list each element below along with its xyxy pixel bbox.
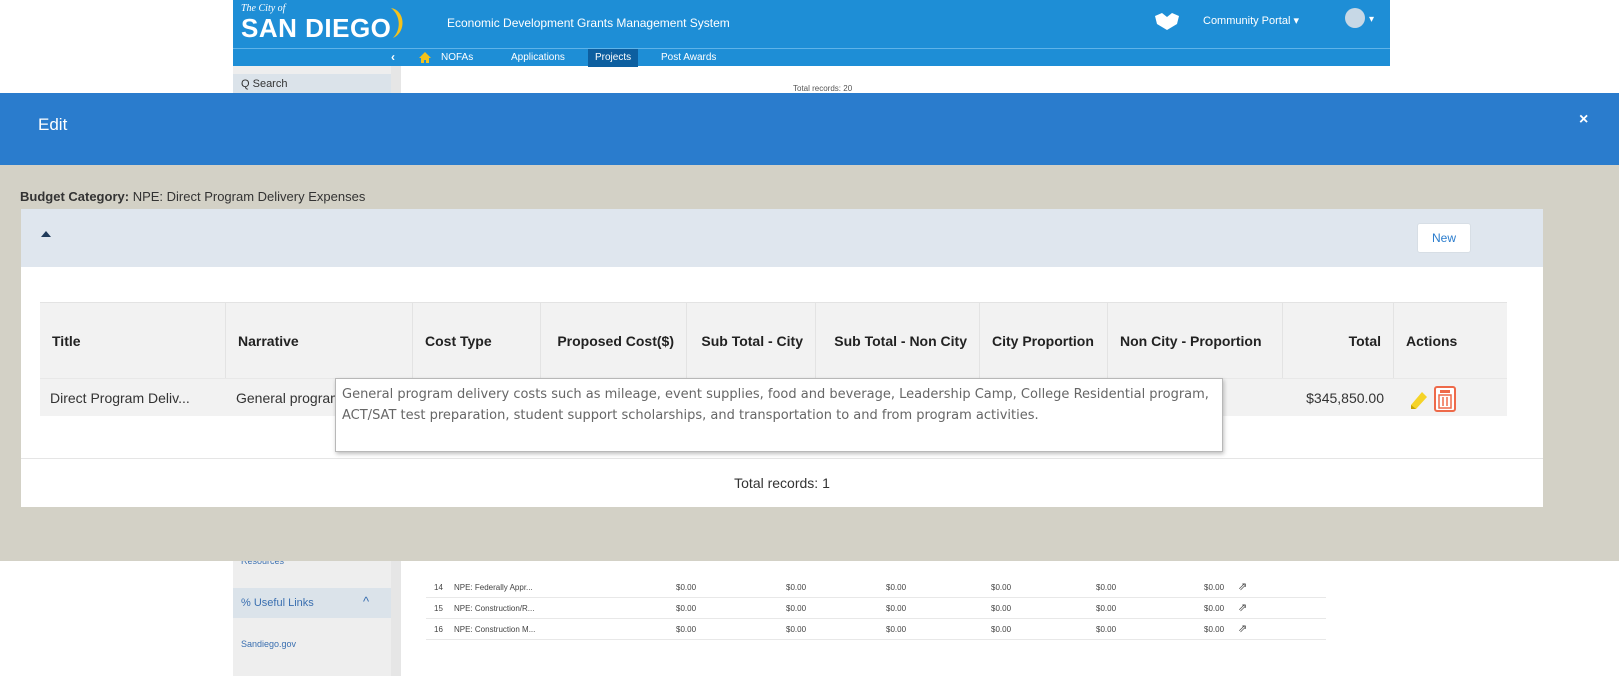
- row-value: $0.00: [786, 604, 807, 613]
- cell-narrative: General program: [236, 390, 342, 406]
- table-row[interactable]: 15 NPE: Construction/R... $0.00 $0.00 $0…: [426, 598, 1326, 619]
- column-header-actions: Actions: [1406, 333, 1458, 349]
- collapse-caret-icon[interactable]: [41, 231, 51, 237]
- chevron-up-icon[interactable]: ^: [363, 594, 369, 609]
- external-link-icon[interactable]: ⇗: [1238, 580, 1247, 593]
- background-table: 14 NPE: Federally Appr... $0.00 $0.00 $0…: [426, 577, 1326, 640]
- handshake-icon: [1155, 13, 1179, 30]
- modal-header: Edit ×: [0, 93, 1619, 165]
- logo-big-text: SAN DIEGO: [241, 13, 392, 43]
- narrative-tooltip: General program delivery costs such as m…: [335, 378, 1223, 452]
- useful-links-label: % Useful Links: [241, 597, 314, 609]
- nav-projects[interactable]: Projects: [588, 49, 639, 67]
- row-value: $0.00: [991, 583, 1012, 592]
- row-value: $0.00: [991, 625, 1012, 634]
- nav-back-icon[interactable]: ‹: [391, 50, 395, 64]
- row-number: 15: [434, 604, 443, 613]
- external-link-icon[interactable]: ⇗: [1238, 622, 1247, 635]
- city-logo[interactable]: The City of SAN DIEGO: [241, 3, 391, 42]
- home-icon[interactable]: [418, 51, 432, 64]
- column-header-total[interactable]: Total: [1283, 303, 1394, 379]
- row-name: NPE: Construction/R...: [454, 604, 535, 613]
- budget-category: Budget Category: NPE: Direct Program Del…: [20, 189, 365, 204]
- row-value: $0.00: [1096, 604, 1117, 613]
- sandiego-gov-link[interactable]: Sandiego.gov: [241, 639, 296, 649]
- cell-title: Direct Program Deliv...: [50, 390, 190, 406]
- system-title: Economic Development Grants Management S…: [447, 16, 730, 30]
- table-row[interactable]: 16 NPE: Construction M... $0.00 $0.00 $0…: [426, 619, 1326, 640]
- row-value: $0.00: [1096, 583, 1117, 592]
- budget-panel: New Title Narrative Cost Type Proposed C…: [21, 209, 1543, 507]
- column-header-title[interactable]: Title: [40, 303, 226, 379]
- panel-header: New: [21, 209, 1543, 267]
- row-value: $0.00: [886, 604, 907, 613]
- column-header-subtotal-non-city[interactable]: Sub Total - Non City: [816, 303, 980, 379]
- close-icon[interactable]: ×: [1579, 111, 1588, 129]
- budget-category-value: NPE: Direct Program Delivery Expenses: [132, 189, 366, 204]
- nav-bar: ‹ NOFAs Applications Projects Post Award…: [233, 48, 1390, 67]
- row-value: $0.00: [991, 604, 1012, 613]
- delete-trash-icon[interactable]: [1434, 386, 1456, 412]
- column-header-non-city-proportion[interactable]: Non City - Proportion: [1108, 303, 1283, 379]
- edit-pencil-icon[interactable]: [1408, 388, 1430, 410]
- column-header-proposed-cost[interactable]: Proposed Cost($): [541, 303, 687, 379]
- panel-footer: Total records: 1: [21, 458, 1543, 507]
- row-number: 16: [434, 625, 443, 634]
- sidebar-search-section[interactable]: Q Search: [233, 74, 391, 94]
- row-value: $0.00: [1204, 625, 1225, 634]
- row-value: $0.00: [1204, 583, 1225, 592]
- nav-applications[interactable]: Applications: [511, 52, 565, 63]
- user-caret-icon[interactable]: ▾: [1369, 14, 1374, 25]
- column-header-cost-type[interactable]: Cost Type: [413, 303, 541, 379]
- column-header-narrative[interactable]: Narrative: [226, 303, 413, 379]
- modal-title: Edit: [38, 115, 68, 134]
- top-bar: The City of SAN DIEGO Economic Developme…: [233, 0, 1390, 48]
- row-value: $0.00: [676, 604, 697, 613]
- total-records: Total records: 1: [734, 475, 830, 491]
- user-avatar-icon[interactable]: [1345, 8, 1365, 28]
- row-name: NPE: Construction M...: [454, 625, 536, 634]
- logo-swoosh-icon: [391, 8, 403, 38]
- external-link-icon[interactable]: ⇗: [1238, 601, 1247, 614]
- background-total-records: Total records: 20: [793, 84, 853, 93]
- new-button[interactable]: New: [1417, 223, 1471, 253]
- row-name: NPE: Federally Appr...: [454, 583, 533, 592]
- nav-nofas[interactable]: NOFAs: [441, 52, 473, 63]
- row-value: $0.00: [786, 583, 807, 592]
- row-value: $0.00: [1204, 604, 1225, 613]
- row-value: $0.00: [886, 583, 907, 592]
- row-number: 14: [434, 583, 443, 592]
- community-portal-menu[interactable]: Community Portal ▾: [1203, 14, 1299, 27]
- sidebar-useful-links[interactable]: % Useful Links ^: [233, 588, 391, 618]
- row-value: $0.00: [886, 625, 907, 634]
- column-header-subtotal-city[interactable]: Sub Total - City: [687, 303, 816, 379]
- screen: The City of SAN DIEGO Economic Developme…: [0, 0, 1619, 676]
- table-row[interactable]: 14 NPE: Federally Appr... $0.00 $0.00 $0…: [426, 577, 1326, 598]
- sidebar-search-label: Q Search: [241, 78, 288, 90]
- cell-total: $345,850.00: [1306, 390, 1384, 406]
- budget-category-label: Budget Category:: [20, 189, 130, 204]
- column-header-city-proportion[interactable]: City Proportion: [980, 303, 1108, 379]
- row-value: $0.00: [786, 625, 807, 634]
- grid-header-row: Title Narrative Cost Type Proposed Cost(…: [40, 302, 1507, 379]
- row-value: $0.00: [1096, 625, 1117, 634]
- nav-post-awards[interactable]: Post Awards: [661, 52, 716, 63]
- row-value: $0.00: [676, 625, 697, 634]
- row-value: $0.00: [676, 583, 697, 592]
